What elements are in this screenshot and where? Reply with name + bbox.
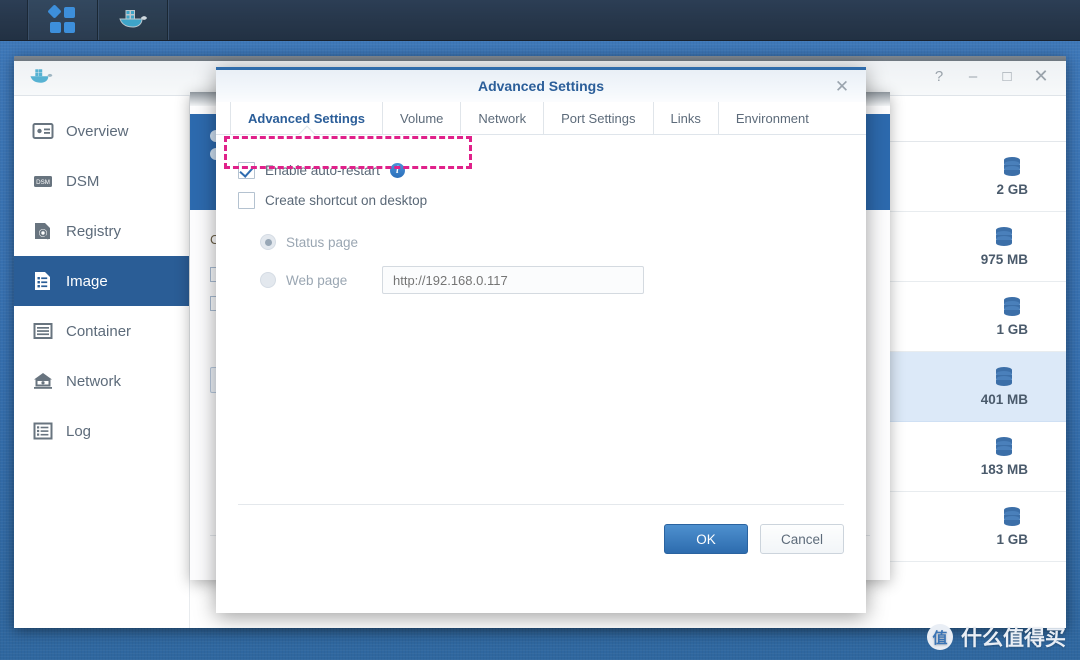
titlebar-strip [14,56,1066,61]
docker-whale-icon [119,10,147,28]
watermark-text: 什么值得买 [961,627,1066,650]
close-icon[interactable]: ✕ [830,76,854,98]
dialog-content: Enable auto-restart i Create shortcut on… [216,135,866,575]
tab-volume[interactable]: Volume [382,102,460,134]
image-size-cell: 183 MB [981,436,1028,477]
dsm-badge-icon: DSM [32,170,54,192]
sidebar: Overview DSM DSM Registry Image Containe… [14,96,190,628]
sidebar-item-label: Overview [66,122,129,140]
sidebar-item-label: Image [66,272,108,290]
dialog-tabs: Advanced Settings Volume Network Port Se… [216,102,866,135]
sidebar-item-container[interactable]: Container [14,306,189,356]
synology-squares-icon [47,4,77,34]
cancel-button[interactable]: Cancel [760,524,844,554]
create-shortcut-checkbox[interactable] [238,191,255,209]
taskbar-main-menu-button[interactable] [28,0,98,40]
tab-links[interactable]: Links [652,102,718,134]
image-size-label: 2 GB [996,182,1028,197]
database-stack-icon [1002,296,1022,318]
database-stack-icon [994,226,1014,248]
log-list-icon [32,420,54,442]
footer-buttons: OK Cancel [664,524,844,554]
taskbar-empty-area [168,0,1080,40]
network-house-icon [32,370,54,392]
minimize-button[interactable]: – [958,64,988,88]
help-button[interactable]: ? [924,64,954,88]
status-page-row[interactable]: Status page [260,223,844,261]
window-controls: ? – □ ✕ [924,64,1056,88]
watermark: 值 什么值得买 [927,622,1066,652]
dialog-footer: OK Cancel [216,504,866,575]
database-stack-icon [1002,156,1022,178]
sidebar-item-label: Log [66,422,92,440]
tab-label: Environment [735,110,809,126]
database-stack-icon [994,436,1014,458]
docker-whale-icon [28,68,54,91]
sidebar-item-dsm[interactable]: DSM DSM [14,156,189,206]
registry-search-icon [32,220,54,242]
tab-label: Links [670,110,701,126]
sidebar-item-log[interactable]: Log [14,406,189,456]
maximize-button[interactable]: □ [992,64,1022,88]
overview-card-icon [32,120,54,142]
enable-auto-restart-label: Enable auto-restart [265,162,380,178]
image-size-cell: 1 GB [996,506,1028,547]
dialog-title: Advanced Settings [477,78,605,94]
image-size-label: 401 MB [980,392,1028,407]
tab-environment[interactable]: Environment [717,102,826,134]
watermark-badge-icon: 值 [927,624,953,650]
image-size-cell: 975 MB [981,226,1028,267]
image-size-label: 183 MB [980,462,1028,477]
sidebar-item-label: Network [66,372,122,390]
image-size-label: 1 GB [996,532,1028,547]
advanced-settings-dialog: Advanced Settings ✕ Advanced Settings Vo… [216,67,866,613]
image-size-cell: 2 GB [996,156,1028,197]
database-stack-icon [994,366,1014,388]
tab-label: Advanced Settings [248,110,366,126]
web-page-label: Web page [286,272,348,288]
info-circle-icon[interactable]: i [389,162,405,178]
web-page-radio[interactable] [260,272,276,288]
image-size-label: 975 MB [980,252,1028,267]
sidebar-item-overview[interactable]: Overview [14,106,189,156]
tab-advanced-settings[interactable]: Advanced Settings [230,102,382,134]
tab-label: Network [478,110,527,126]
sidebar-item-label: Container [66,322,132,340]
sidebar-item-label: DSM [66,172,100,190]
web-page-row[interactable]: Web page [260,261,844,299]
svg-text:DSM: DSM [36,179,50,186]
taskbar-docker-task-button[interactable] [98,0,168,40]
taskbar-left-slot [0,0,28,40]
enable-auto-restart-row[interactable]: Enable auto-restart i [238,155,844,185]
container-box-icon [32,320,54,342]
image-size-cell: 401 MB [981,366,1028,407]
create-shortcut-row[interactable]: Create shortcut on desktop [238,185,844,215]
sidebar-item-image[interactable]: Image [14,256,189,306]
tab-port-settings[interactable]: Port Settings [543,102,652,134]
tab-label: Port Settings [561,110,636,126]
tab-network[interactable]: Network [460,102,543,134]
dialog-titlebar: Advanced Settings ✕ [216,67,866,102]
image-size-label: 1 GB [996,322,1028,337]
database-stack-icon [1002,506,1022,528]
close-button[interactable]: ✕ [1026,64,1056,88]
dsm-taskbar [0,0,1080,41]
sidebar-item-network[interactable]: Network [14,356,189,406]
tab-label: Volume [400,110,444,126]
sidebar-item-registry[interactable]: Registry [14,206,189,256]
image-document-icon [32,270,54,292]
ok-button[interactable]: OK [664,524,748,554]
image-size-cell: 1 GB [996,296,1028,337]
status-page-radio[interactable] [260,234,276,250]
status-page-label: Status page [286,234,359,250]
shortcut-target-group: Status page Web page [238,223,844,299]
create-shortcut-label: Create shortcut on desktop [265,192,428,208]
sidebar-item-label: Registry [66,222,122,240]
footer-divider [238,504,844,505]
web-page-url-input[interactable] [382,266,644,294]
enable-auto-restart-checkbox[interactable] [238,161,255,179]
